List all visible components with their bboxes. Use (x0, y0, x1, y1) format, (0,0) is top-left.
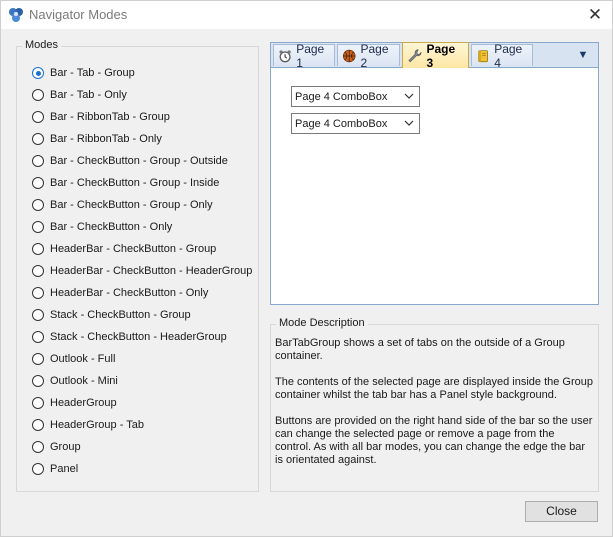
mode-radio-option[interactable]: Panel (32, 459, 78, 479)
navigator-tab-bar: Page 1 Page 2 Page 3 Page 4 ▼ (271, 41, 598, 70)
mode-radio-label: Stack - CheckButton - HeaderGroup (50, 331, 227, 343)
radio-button[interactable] (32, 221, 44, 233)
mode-radio-option[interactable]: HeaderBar - CheckButton - Group (32, 239, 216, 259)
tab-page-1[interactable]: Page 1 (273, 42, 335, 70)
app-logo-icon (9, 8, 23, 22)
radio-button[interactable] (32, 243, 44, 255)
description-paragraph-1: BarTabGroup shows a set of tabs on the o… (275, 337, 565, 362)
mode-radio-option[interactable]: Outlook - Full (32, 349, 115, 369)
mode-radio-option[interactable]: Group (32, 437, 81, 457)
window-close-icon[interactable]: ✕ (583, 4, 607, 26)
mode-radio-label: Bar - CheckButton - Group - Outside (50, 155, 228, 167)
mode-radio-option[interactable]: Stack - CheckButton - Group (32, 305, 191, 325)
mode-radio-option[interactable]: Stack - CheckButton - HeaderGroup (32, 327, 227, 347)
close-button[interactable]: Close (525, 501, 598, 522)
radio-button[interactable] (32, 89, 44, 101)
navigator-preview: Page 1 Page 2 Page 3 Page 4 ▼ Page 4 Com… (270, 42, 599, 305)
mode-radio-label: Panel (50, 463, 79, 475)
window-title: Navigator Modes (29, 7, 128, 22)
radio-button[interactable] (32, 133, 44, 145)
tab-label: Page 1 (296, 41, 325, 70)
mode-radio-label: Group (50, 441, 81, 453)
mode-radio-option[interactable]: Bar - CheckButton - Group - Outside (32, 151, 228, 171)
title-bar: Navigator Modes ✕ (1, 1, 612, 29)
radio-button[interactable] (32, 353, 44, 365)
mode-radio-label: Outlook - Full (50, 353, 116, 365)
mode-radio-option[interactable]: Bar - Tab - Only (32, 85, 127, 105)
mode-radio-option[interactable]: Outlook - Mini (32, 371, 118, 391)
radio-button[interactable] (32, 331, 44, 343)
radio-button[interactable] (32, 419, 44, 431)
radio-button[interactable] (32, 177, 44, 189)
mode-radio-option[interactable]: HeaderBar - CheckButton - HeaderGroup (32, 261, 252, 281)
mode-radio-label: HeaderBar - CheckButton - HeaderGroup (50, 265, 253, 277)
radio-button[interactable] (32, 375, 44, 387)
modes-group: Modes Bar - Tab - Group Bar - Tab - Only B… (16, 39, 259, 492)
tab-page-2[interactable]: Page 2 (337, 42, 400, 70)
mode-radio-option[interactable]: Bar - CheckButton - Group - Inside (32, 173, 219, 193)
mode-radio-label: Bar - RibbonTab - Only (50, 133, 162, 145)
page-combobox-1[interactable]: Page 4 ComboBox (291, 86, 420, 107)
tab-label: Page 2 (360, 41, 389, 70)
radio-button[interactable] (32, 155, 44, 167)
basketball-icon (342, 49, 356, 62)
modes-legend: Modes (22, 39, 62, 51)
radio-button[interactable] (32, 111, 44, 123)
tab-label: Page 4 (494, 41, 523, 70)
mode-radio-label: Bar - RibbonTab - Group (50, 111, 170, 123)
radio-button[interactable] (32, 463, 44, 475)
mode-radio-option[interactable]: HeaderBar - CheckButton - Only (32, 283, 208, 303)
mode-radio-label: Stack - CheckButton - Group (50, 309, 191, 321)
mode-radio-label: Bar - Tab - Only (50, 89, 127, 101)
mode-radio-label: Outlook - Mini (50, 375, 118, 387)
mode-radio-label: HeaderGroup (50, 397, 117, 409)
mode-radio-label: HeaderGroup - Tab (50, 419, 144, 431)
radio-button[interactable] (32, 287, 44, 299)
mode-radio-option[interactable]: Bar - CheckButton - Group - Only (32, 195, 213, 215)
mode-radio-option[interactable]: Bar - CheckButton - Only (32, 217, 172, 237)
mode-description-legend: Mode Description (276, 317, 368, 329)
description-paragraph-3: Buttons are provided on the right hand s… (275, 415, 593, 466)
radio-button[interactable] (32, 441, 44, 453)
mode-radio-label: Bar - CheckButton - Only (50, 221, 173, 233)
dropdown-arrow-icon (404, 120, 414, 126)
mode-radio-label: Bar - CheckButton - Group - Only (50, 199, 213, 211)
chevron-down-icon[interactable]: ▼ (573, 47, 593, 63)
wrench-icon (408, 48, 422, 62)
tab-page-4[interactable]: Page 4 (471, 42, 533, 70)
radio-button[interactable] (32, 199, 44, 211)
description-paragraph-2: The contents of the selected page are di… (275, 376, 593, 401)
alarm-clock-icon (279, 49, 291, 62)
page-combobox-2[interactable]: Page 4 ComboBox (291, 113, 420, 134)
radio-button[interactable] (32, 265, 44, 277)
radio-button[interactable] (32, 309, 44, 321)
radio-button[interactable] (32, 67, 44, 79)
mode-radio-option[interactable]: HeaderGroup - Tab (32, 415, 144, 435)
combobox-value: Page 4 ComboBox (295, 90, 388, 103)
mode-radio-label: Bar - Tab - Group (50, 67, 135, 79)
mode-radio-label: Bar - CheckButton - Group - Inside (50, 177, 220, 189)
radio-button[interactable] (32, 397, 44, 409)
tab-label: Page 3 (426, 41, 456, 70)
tab-page-3[interactable]: Page 3 (402, 41, 469, 70)
notebook-icon (478, 49, 488, 62)
combobox-value: Page 4 ComboBox (295, 117, 388, 130)
mode-radio-option[interactable]: Bar - Tab - Group (32, 63, 135, 83)
mode-radio-label: HeaderBar - CheckButton - Only (50, 287, 209, 299)
mode-radio-label: HeaderBar - CheckButton - Group (50, 243, 217, 255)
dialog-window: Navigator Modes ✕ Modes Bar - Tab - Grou… (0, 0, 613, 537)
mode-radio-option[interactable]: Bar - RibbonTab - Only (32, 129, 162, 149)
dropdown-arrow-icon (404, 93, 414, 99)
mode-radio-option[interactable]: Bar - RibbonTab - Group (32, 107, 170, 127)
mode-radio-option[interactable]: HeaderGroup (32, 393, 117, 413)
